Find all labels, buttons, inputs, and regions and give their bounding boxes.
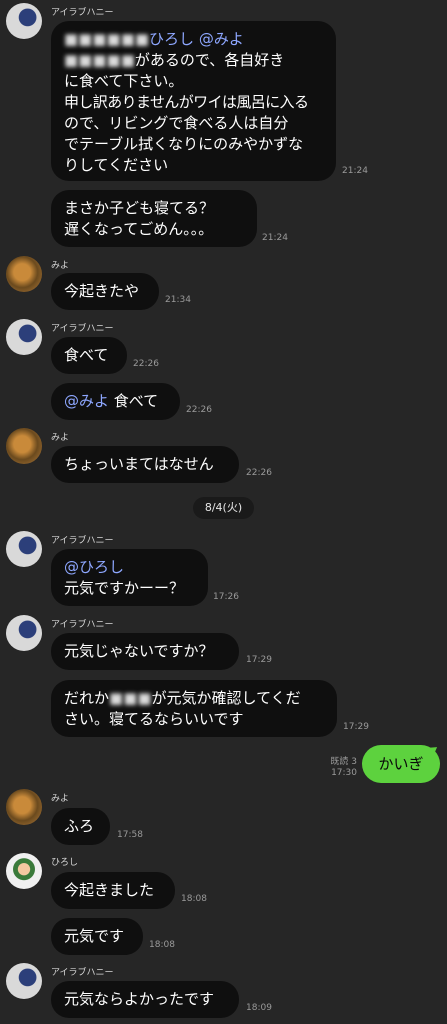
message-bubble: まさか子ども寝てる？ 遅くなってごめん。。。	[51, 190, 257, 247]
message-bubble: @みよ 食べて	[51, 383, 180, 420]
message-bubble: ふろ	[51, 808, 110, 845]
avatar-airabu[interactable]	[6, 615, 42, 651]
message-bubble: 今起きました	[51, 872, 175, 909]
timestamp: 18:08	[181, 894, 207, 904]
message-bubble: 食べて	[51, 337, 127, 374]
message-bubble: 元気ならよかったです	[51, 981, 239, 1018]
message-text: ちょっいまてはなせん	[64, 455, 214, 473]
message-text: さい。寝てるならいいです	[64, 710, 244, 728]
avatar-airabu[interactable]	[6, 319, 42, 355]
message-bubble: だれか■■■が元気か確認してくだ さい。寝てるならいいです	[51, 680, 337, 737]
message-text: に食べて下さい。	[64, 72, 184, 90]
read-count: 既読 3	[330, 757, 357, 767]
mention-text[interactable]: @ひろし	[64, 557, 195, 578]
sender-name: アイラブハニー	[51, 620, 114, 630]
redacted-text: ■■■	[109, 689, 152, 707]
sender-name: みよ	[51, 433, 70, 443]
avatar-airabu[interactable]	[6, 3, 42, 39]
message-text: 元気です	[64, 927, 125, 945]
redacted-text: ■■■■■■	[64, 30, 150, 48]
sender-name: みよ	[51, 261, 70, 271]
avatar-airabu[interactable]	[6, 963, 42, 999]
message-text: 食べて	[109, 392, 159, 410]
timestamp: 17:29	[246, 655, 272, 665]
message-text: 元気ならよかったです	[64, 990, 215, 1008]
message-text: 元気ですかーー？	[64, 579, 185, 597]
timestamp: 17:26	[213, 592, 239, 602]
sender-name: アイラブハニー	[51, 536, 114, 546]
sender-name: みよ	[51, 794, 70, 804]
sender-name: アイラブハニー	[51, 324, 114, 334]
timestamp: 17:58	[117, 830, 143, 840]
message-text: 申し訳ありませんがワイは風呂に入る	[64, 93, 309, 111]
timestamp: 21:24	[262, 233, 288, 243]
message-text: 食べて	[64, 346, 109, 364]
message-bubble: ちょっいまてはなせん	[51, 446, 239, 483]
timestamp: 21:24	[342, 166, 368, 176]
timestamp: 17:30	[331, 768, 357, 778]
message-text: りしてください	[64, 156, 169, 174]
sender-name: ひろし	[51, 858, 79, 868]
message-text: まさか子ども寝てる？	[64, 199, 215, 217]
sent-message-bubble: かいぎ	[362, 745, 440, 783]
message-text: ふろ	[64, 817, 95, 835]
sender-name: アイラブハニー	[51, 8, 114, 18]
timestamp: 22:26	[133, 359, 159, 369]
message-text: 遅くなってごめん。。。	[64, 220, 214, 238]
avatar-miyo[interactable]	[6, 428, 42, 464]
message-bubble: 元気じゃないですか？	[51, 633, 239, 670]
message-bubble: 今起きたや	[51, 273, 159, 310]
message-text: だれか	[64, 689, 110, 707]
timestamp: 21:34	[165, 295, 191, 305]
avatar-miyo[interactable]	[6, 256, 42, 292]
timestamp: 17:29	[343, 722, 369, 732]
avatar-miyo[interactable]	[6, 789, 42, 825]
mention-text[interactable]: @みよ	[64, 392, 109, 410]
message-text: 元気じゃないですか？	[64, 642, 214, 660]
redacted-text: ■■■■■	[64, 51, 135, 69]
message-text: 今起きました	[64, 881, 155, 899]
timestamp: 18:09	[246, 1003, 272, 1013]
timestamp: 22:26	[246, 468, 272, 478]
message-text: でテーブル拭くなりにのみやかずな	[64, 135, 304, 153]
date-separator: 8/4(火)	[193, 497, 254, 519]
sender-name: アイラブハニー	[51, 968, 114, 978]
avatar-airabu[interactable]	[6, 531, 42, 567]
message-bubble: ■■■■■■ひろし @みよ ■■■■■があるので、各自好き に食べて下さい。 申…	[51, 21, 336, 181]
mention-text[interactable]: ひろし @みよ	[149, 30, 244, 48]
timestamp: 22:26	[186, 405, 212, 415]
read-receipt: 既読 3 17:30	[330, 757, 357, 779]
message-bubble: 元気です	[51, 918, 143, 955]
message-text: ので、リビングで食べる人は自分	[64, 114, 289, 132]
message-text: があるので、各自好き	[134, 51, 285, 69]
avatar-hiroshi[interactable]	[6, 853, 42, 889]
message-text: 今起きたや	[64, 282, 140, 300]
timestamp: 18:08	[149, 940, 175, 950]
message-text: が元気か確認してくだ	[151, 689, 301, 707]
message-bubble: @ひろし 元気ですかーー？	[51, 549, 208, 606]
